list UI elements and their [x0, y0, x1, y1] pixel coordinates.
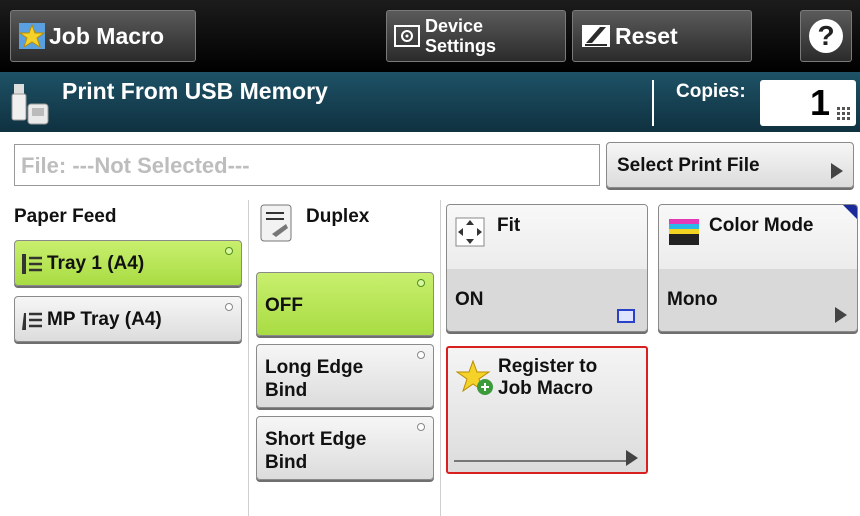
fit-label: Fit [497, 215, 521, 236]
fit-indicator-icon [617, 309, 635, 323]
page-title: Print From USB Memory [62, 78, 328, 104]
copies-value: 1 [809, 82, 830, 123]
paper-feed-label: Paper Feed [14, 206, 117, 227]
device-settings-label-1: Device [425, 16, 484, 36]
color-mode-value: Mono [667, 289, 718, 310]
register-macro-label-1: Register to [498, 356, 598, 377]
tray1-option[interactable]: Tray 1 (A4) [14, 240, 242, 286]
file-status-field: File: ---Not Selected--- [14, 144, 600, 186]
fit-value: ON [455, 289, 484, 310]
duplex-label: Duplex [306, 206, 370, 227]
copies-field[interactable]: 1 [760, 80, 856, 126]
tray1-label: Tray 1 (A4) [47, 253, 145, 274]
arrow-right-icon [626, 450, 638, 466]
duplex-icon [260, 204, 292, 242]
column-divider [440, 200, 441, 516]
star-add-icon [456, 360, 493, 395]
radio-indicator [225, 303, 233, 311]
arrow-right-icon [831, 163, 843, 179]
duplex-long-edge-option[interactable]: Long Edge Bind [256, 344, 434, 408]
device-settings-label-2: Settings [425, 36, 497, 56]
keypad-icon [837, 107, 850, 120]
job-macro-button[interactable]: Job Macro [10, 10, 196, 62]
arrow-right-icon [835, 307, 847, 323]
column-divider [248, 200, 249, 516]
device-settings-button[interactable]: Device Settings [386, 10, 566, 62]
help-icon: ? [809, 19, 843, 53]
short-edge-label-2: Bind [265, 452, 308, 473]
short-edge-label-1: Short Edge [265, 429, 367, 450]
color-mode-icon [669, 219, 699, 245]
usb-memory-icon [11, 84, 49, 125]
mp-tray-option[interactable]: MP Tray (A4) [14, 296, 242, 342]
corner-indicator-icon [843, 205, 857, 219]
divider-line [454, 460, 626, 462]
long-edge-label-2: Bind [265, 380, 308, 401]
radio-indicator [225, 247, 233, 255]
reset-label: Reset [615, 22, 678, 49]
duplex-short-edge-option[interactable]: Short Edge Bind [256, 416, 434, 480]
fit-icon [455, 217, 485, 247]
register-job-macro-button[interactable]: Register to Job Macro [446, 346, 648, 474]
duplex-off-label: OFF [265, 295, 303, 316]
eraser-icon [582, 25, 610, 47]
title-divider [652, 80, 654, 126]
color-mode-button[interactable]: Color Mode Mono [658, 204, 858, 332]
fit-setting-button[interactable]: Fit ON [446, 204, 648, 332]
radio-indicator [417, 279, 425, 287]
color-mode-label: Color Mode [709, 215, 814, 236]
radio-indicator [417, 423, 425, 431]
star-icon [19, 23, 45, 49]
tray-icon [22, 254, 42, 274]
duplex-off-option[interactable]: OFF [256, 272, 434, 336]
select-print-file-button[interactable]: Select Print File [606, 142, 854, 188]
register-macro-label-2: Job Macro [498, 378, 594, 399]
job-macro-label: Job Macro [49, 22, 165, 49]
file-status-text: File: ---Not Selected--- [21, 153, 250, 178]
select-print-file-label: Select Print File [617, 155, 760, 176]
copies-label: Copies: [676, 81, 746, 102]
reset-button[interactable]: Reset [572, 10, 752, 62]
mp-tray-icon [22, 312, 42, 330]
radio-indicator [417, 351, 425, 359]
long-edge-label-1: Long Edge [265, 357, 364, 378]
mp-tray-label: MP Tray (A4) [47, 309, 162, 330]
device-settings-icon [394, 25, 420, 47]
help-button[interactable]: ? [800, 10, 852, 62]
